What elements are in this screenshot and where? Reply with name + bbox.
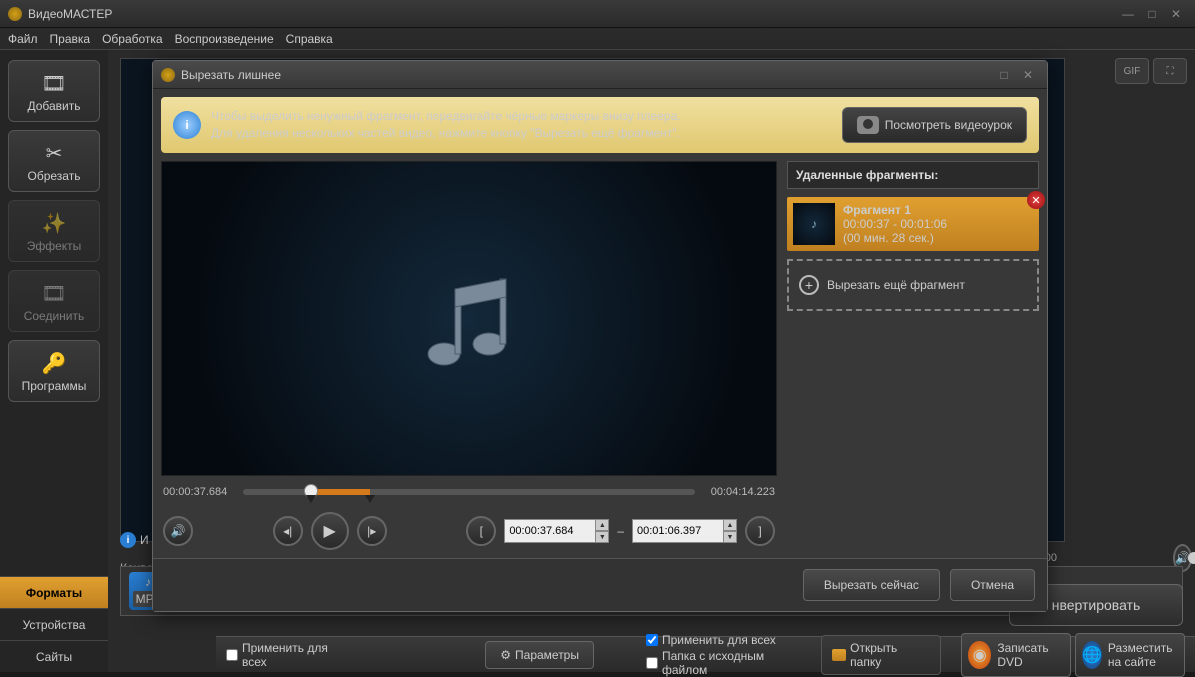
info-text: И xyxy=(140,533,149,547)
dialog-close-button[interactable]: ✕ xyxy=(1017,66,1039,84)
app-title: ВидеоМАСТЕР xyxy=(28,7,112,21)
open-folder-button[interactable]: Открыть папку xyxy=(821,635,941,675)
effects-label: Эффекты xyxy=(27,239,82,253)
trim-button[interactable]: ✂ Обрезать xyxy=(8,130,100,192)
scissors-icon: ✂ xyxy=(38,139,70,167)
src-folder-check[interactable]: Папка с исходным файлом xyxy=(646,649,809,677)
app-titlebar: ВидеоМАСТЕР — □ ✕ xyxy=(0,0,1195,28)
minimize-button[interactable]: — xyxy=(1117,5,1139,23)
disc-icon: ◉ xyxy=(968,641,991,669)
dialog-title: Вырезать лишнее xyxy=(181,68,281,82)
timeline-slider[interactable] xyxy=(243,489,695,495)
fragments-panel: Удаленные фрагменты: ♪ Фрагмент 1 00:00:… xyxy=(787,161,1039,558)
menu-edit[interactable]: Правка xyxy=(50,32,91,46)
music-note-icon xyxy=(409,259,529,379)
fragment-thumbnail: ♪ xyxy=(793,203,835,245)
end-down-button[interactable]: ▼ xyxy=(723,531,737,543)
prev-frame-button[interactable]: ◂| xyxy=(273,516,303,546)
menubar: Файл Правка Обработка Воспроизведение Сп… xyxy=(0,28,1195,50)
params-button[interactable]: ⚙Параметры xyxy=(485,641,594,669)
maximize-button[interactable]: □ xyxy=(1141,5,1163,23)
effects-button[interactable]: ✨ Эффекты xyxy=(8,200,100,262)
set-start-button[interactable]: [ xyxy=(466,516,496,546)
apply-all-check-2[interactable]: Применить для всех xyxy=(646,633,809,647)
start-down-button[interactable]: ▼ xyxy=(595,531,609,543)
range-end-input[interactable]: 00:01:06.397 xyxy=(632,519,724,543)
dialog-titlebar: Вырезать лишнее □ ✕ xyxy=(153,61,1047,89)
dialog-restore-button[interactable]: □ xyxy=(993,66,1015,84)
add-fragment-button[interactable]: + Вырезать ещё фрагмент xyxy=(787,259,1039,311)
app-logo-icon xyxy=(8,7,22,21)
hint-line-2: Для удаления нескольких частей видео, на… xyxy=(211,125,832,142)
join-button[interactable]: 🎞 Соединить xyxy=(8,270,100,332)
dialog-logo-icon xyxy=(161,68,175,82)
bottom-bar: Применить для всех ⚙Параметры Применить … xyxy=(216,636,1195,672)
note-icon: ♪ xyxy=(145,575,151,589)
menu-file[interactable]: Файл xyxy=(8,32,38,46)
tab-devices[interactable]: Устройства xyxy=(0,608,108,640)
fullscreen-button[interactable]: ⛶ xyxy=(1153,58,1187,84)
info-icon: i xyxy=(173,111,201,139)
fragment-duration: (00 мин. 28 сек.) xyxy=(843,231,947,245)
range-dash: – xyxy=(617,524,624,538)
fragment-range: 00:00:37 - 00:01:06 xyxy=(843,217,947,231)
info-bar: i И xyxy=(120,532,149,548)
burn-dvd-button[interactable]: ◉ Записать DVD xyxy=(961,633,1071,677)
tab-formats[interactable]: Форматы xyxy=(0,576,108,608)
camera-icon xyxy=(857,116,879,134)
range-start-input[interactable]: 00:00:37.684 xyxy=(504,519,596,543)
add-button[interactable]: 🎞 Добавить xyxy=(8,60,100,122)
mute-button[interactable]: 🔊 xyxy=(163,516,193,546)
set-end-button[interactable]: ] xyxy=(745,516,775,546)
tab-sites[interactable]: Сайты xyxy=(0,640,108,672)
fragment-title: Фрагмент 1 xyxy=(843,203,947,217)
end-up-button[interactable]: ▲ xyxy=(723,519,737,531)
fragment-delete-button[interactable]: ✕ xyxy=(1027,191,1045,209)
cut-now-button[interactable]: Вырезать сейчас xyxy=(803,569,940,601)
key-icon: 🔑 xyxy=(38,349,70,377)
publish-button[interactable]: 🌐 Разместить на сайте xyxy=(1075,633,1185,677)
next-frame-button[interactable]: |▸ xyxy=(357,516,387,546)
globe-icon: 🌐 xyxy=(1082,641,1102,669)
add-label: Добавить xyxy=(27,99,80,113)
start-up-button[interactable]: ▲ xyxy=(595,519,609,531)
menu-playback[interactable]: Воспроизведение xyxy=(175,32,274,46)
film-icon: 🎞 xyxy=(38,279,70,307)
folder-icon xyxy=(832,649,846,661)
preview-area xyxy=(161,161,777,476)
join-label: Соединить xyxy=(24,309,85,323)
film-plus-icon: 🎞 xyxy=(38,69,70,97)
close-button[interactable]: ✕ xyxy=(1165,5,1187,23)
hint-bar: i Чтобы выделить ненужный фрагмент, пере… xyxy=(161,97,1039,153)
menu-process[interactable]: Обработка xyxy=(102,32,163,46)
programs-button[interactable]: 🔑 Программы xyxy=(8,340,100,402)
dialog-footer: Вырезать сейчас Отмена xyxy=(153,558,1047,611)
gif-button[interactable]: GIF xyxy=(1115,58,1149,84)
trim-label: Обрезать xyxy=(28,169,81,183)
time-current: 00:00:37.684 xyxy=(163,486,235,498)
time-total: 00:04:14.223 xyxy=(703,486,775,498)
fragments-header: Удаленные фрагменты: xyxy=(787,161,1039,189)
hint-line-1: Чтобы выделить ненужный фрагмент, передв… xyxy=(211,108,832,125)
sparkle-icon: ✨ xyxy=(38,209,70,237)
plus-icon: + xyxy=(799,275,819,295)
info-icon: i xyxy=(120,532,136,548)
play-button[interactable]: ▶ xyxy=(311,512,349,550)
cancel-button[interactable]: Отмена xyxy=(950,569,1035,601)
trim-dialog: Вырезать лишнее □ ✕ i Чтобы выделить нен… xyxy=(152,60,1048,612)
gear-icon: ⚙ xyxy=(500,648,511,662)
programs-label: Программы xyxy=(22,379,87,393)
watch-tutorial-button[interactable]: Посмотреть видеоурок xyxy=(842,107,1027,143)
menu-help[interactable]: Справка xyxy=(286,32,333,46)
apply-all-check[interactable]: Применить для всех xyxy=(226,641,353,669)
speaker-icon: 🔊 xyxy=(171,524,186,538)
fragment-item[interactable]: ♪ Фрагмент 1 00:00:37 - 00:01:06 (00 мин… xyxy=(787,197,1039,251)
